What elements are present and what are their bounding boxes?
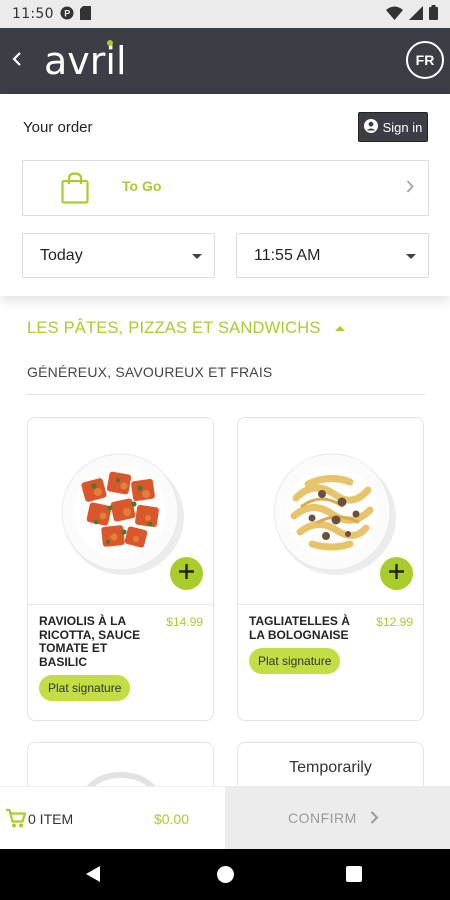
order-panel: Your order Sign in To Go Today 11:55 AM xyxy=(0,94,450,296)
cart-summary[interactable]: 0 ITEM $0.00 xyxy=(0,786,225,849)
status-time: 11:50 xyxy=(12,6,54,22)
sign-in-button[interactable]: Sign in xyxy=(358,112,428,142)
logo-accent-dot xyxy=(107,40,113,46)
category-header[interactable]: LES PÂTES, PIZZAS ET SANDWICHS xyxy=(27,319,345,338)
brand-logo-text: avril xyxy=(44,39,127,83)
order-mode-selector[interactable]: To Go xyxy=(22,160,429,216)
nav-home-icon[interactable] xyxy=(217,866,234,883)
card-divider xyxy=(238,604,423,605)
sign-in-label: Sign in xyxy=(382,119,423,135)
signature-tag: Plat signature xyxy=(39,675,131,701)
product-name: TAGLIATELLES À LA BOLOGNAISE xyxy=(249,614,350,642)
order-mode-label: To Go xyxy=(122,178,162,194)
card-divider xyxy=(28,604,213,605)
app-header: avril FR xyxy=(0,28,450,94)
day-select-value: Today xyxy=(40,247,83,264)
caret-down-icon xyxy=(192,254,202,259)
signature-tag: Plat signature xyxy=(249,648,341,674)
category-title: LES PÂTES, PIZZAS ET SANDWICHS xyxy=(27,319,321,337)
back-button[interactable] xyxy=(0,28,34,94)
availability-status: Temporarily xyxy=(289,759,372,776)
cart-bar: 0 ITEM $0.00 CONFIRM xyxy=(0,786,450,849)
caret-down-icon xyxy=(406,254,416,259)
product-price: $14.99 xyxy=(166,615,203,629)
status-indicators xyxy=(386,5,438,23)
chevron-left-icon xyxy=(12,51,22,71)
plus-icon xyxy=(388,563,405,585)
chevron-right-icon xyxy=(370,811,379,829)
product-name: RAVIOLIS À LA RICOTTA, SAUCE TOMATE ET B… xyxy=(39,614,141,669)
time-select[interactable]: 11:55 AM xyxy=(236,233,429,278)
time-select-value: 11:55 AM xyxy=(254,247,321,264)
status-bar: 11:50 P xyxy=(0,0,450,28)
app-notification-icon: P xyxy=(60,6,74,23)
user-icon xyxy=(363,118,378,136)
nav-back-icon[interactable] xyxy=(86,866,100,882)
product-price: $12.99 xyxy=(376,615,413,629)
language-toggle-button[interactable]: FR xyxy=(406,41,444,79)
shopping-bag-icon xyxy=(61,172,89,209)
wifi-icon xyxy=(386,6,403,23)
product-card[interactable]: TAGLIATELLES À LA BOLOGNAISE $12.99 Plat… xyxy=(237,417,424,721)
section-divider xyxy=(27,394,425,395)
svg-text:P: P xyxy=(64,8,70,18)
product-card[interactable]: RAVIOLIS À LA RICOTTA, SAUCE TOMATE ET B… xyxy=(27,417,214,721)
brand-logo: avril xyxy=(44,39,127,83)
plus-icon xyxy=(178,563,195,585)
confirm-button[interactable]: CONFIRM xyxy=(225,786,450,849)
order-title: Your order xyxy=(23,119,93,136)
shopping-cart-icon xyxy=(5,808,27,833)
sd-card-icon xyxy=(79,5,91,23)
confirm-label: CONFIRM xyxy=(288,810,357,826)
signal-icon xyxy=(409,5,423,23)
nav-recents-icon[interactable] xyxy=(346,866,362,882)
cart-total: $0.00 xyxy=(153,811,189,827)
category-subtitle: GÉNÉREUX, SAVOUREUX ET FRAIS xyxy=(27,364,273,380)
chevron-right-icon xyxy=(406,180,414,198)
add-to-cart-button[interactable] xyxy=(170,557,203,590)
caret-up-icon xyxy=(334,326,345,331)
system-nav-bar xyxy=(0,849,450,900)
battery-icon xyxy=(429,5,438,23)
day-select[interactable]: Today xyxy=(22,233,215,278)
add-to-cart-button[interactable] xyxy=(380,557,413,590)
cart-item-count: 0 ITEM xyxy=(28,811,74,827)
